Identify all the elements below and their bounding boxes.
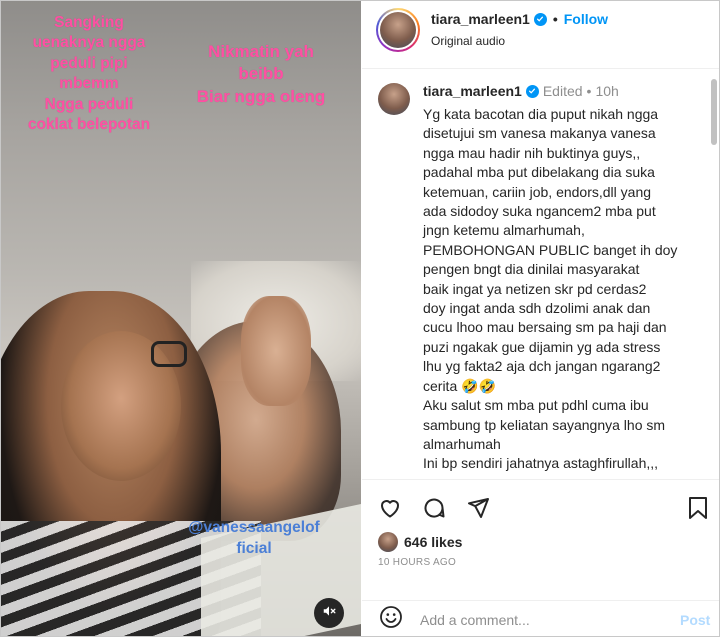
caption-text: Yg kata bacotan dia puput nikah ngga dis… xyxy=(423,106,678,472)
send-icon xyxy=(466,496,490,525)
heart-icon xyxy=(378,496,402,525)
likes-count[interactable]: 646 likes xyxy=(404,534,462,550)
smiley-icon xyxy=(379,605,403,634)
post-timestamp[interactable]: 10 HOURS AGO xyxy=(378,557,456,568)
verified-badge-icon xyxy=(525,84,539,98)
separator-dot: • xyxy=(586,83,592,99)
caption-avatar[interactable] xyxy=(378,83,410,115)
caption-age: 10h xyxy=(595,83,619,99)
post-side-panel: tiara_marleen1 • Follow Original audio t… xyxy=(362,1,719,636)
verified-badge-icon xyxy=(533,12,547,26)
reel-video[interactable]: Sangking uenaknya ngga peduli pipi mbemm… xyxy=(1,1,361,636)
caption-scrollbar[interactable] xyxy=(711,79,717,145)
video-overlay-text-right: Nikmatin yah beibb Biar ngga oleng xyxy=(196,42,326,106)
liker-avatar[interactable] xyxy=(378,532,398,552)
caption-username[interactable]: tiara_marleen1 xyxy=(423,83,522,99)
comment-icon xyxy=(422,496,446,525)
author-username[interactable]: tiara_marleen1 xyxy=(431,11,530,27)
audio-link[interactable]: Original audio xyxy=(431,34,505,48)
separator-dot: • xyxy=(552,11,558,27)
like-button[interactable] xyxy=(376,496,404,524)
comment-bar: Post xyxy=(362,600,719,636)
likes-row: 646 likes xyxy=(378,532,462,552)
emoji-button[interactable] xyxy=(378,605,404,634)
mute-button[interactable] xyxy=(314,598,344,628)
action-bar xyxy=(362,491,719,531)
save-button[interactable] xyxy=(684,496,712,524)
comment-input[interactable] xyxy=(420,609,660,631)
hand-with-fork xyxy=(241,296,311,406)
post-header: tiara_marleen1 • Follow Original audio xyxy=(362,1,719,69)
share-button[interactable] xyxy=(464,496,492,524)
bookmark-icon xyxy=(687,496,709,525)
post-comment-button[interactable]: Post xyxy=(680,612,710,628)
author-avatar[interactable] xyxy=(376,8,420,52)
caption-header: tiara_marleen1 Edited • 10h xyxy=(423,83,619,99)
edited-label: Edited xyxy=(542,83,583,99)
follow-button[interactable]: Follow xyxy=(564,11,608,27)
mention-tag[interactable]: @vanessaangelof ficial xyxy=(179,514,329,564)
video-overlay-text-left: Sangking uenaknya ngga peduli pipi mbemm… xyxy=(27,14,151,134)
glasses xyxy=(151,341,187,367)
speaker-muted-icon xyxy=(322,604,336,623)
header-user-row: tiara_marleen1 • Follow xyxy=(431,11,608,27)
caption-scroll-area[interactable]: tiara_marleen1 Edited • 10h Yg kata baco… xyxy=(362,69,719,480)
comment-button[interactable] xyxy=(420,496,448,524)
